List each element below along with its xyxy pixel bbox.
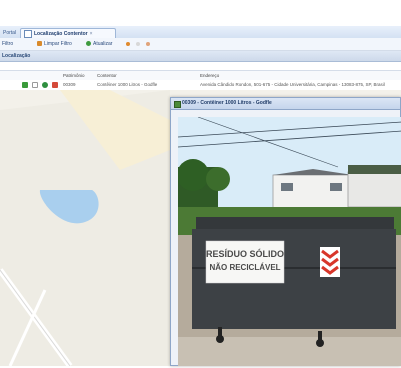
close-tab-icon[interactable]: × (90, 31, 93, 37)
print-icon[interactable] (136, 42, 140, 46)
clear-filter-icon (37, 41, 42, 47)
popup-title-bar[interactable]: 00309 - Contêiner 1000 Litros - Godfle (171, 98, 400, 110)
camera-icon[interactable] (52, 82, 58, 88)
update-button[interactable]: Atualizar (86, 40, 112, 48)
refresh-icon (86, 41, 91, 47)
cell-endereco: Avenida Cândido Rondon, 501-675 - Cidade… (200, 82, 385, 87)
filter-label: Filtro (2, 41, 14, 47)
settings-icon[interactable] (146, 42, 150, 46)
column-header-endereco[interactable]: Endereço (200, 71, 219, 80)
tab-portal-label: Portal (3, 30, 17, 36)
export-icon[interactable] (126, 42, 130, 46)
popup-title: 00309 - Contêiner 1000 Litros - Godfle (182, 100, 272, 106)
tab-localizacao-label: Localização Contentor (34, 31, 88, 37)
document-icon (24, 29, 32, 38)
status-icon (22, 82, 28, 88)
checkbox[interactable] (32, 82, 38, 88)
tab-portal[interactable]: Portal (0, 28, 19, 38)
container-photo: RESÍDUO SÓLIDO NÃO RECICLÁVEL (178, 117, 401, 366)
clear-filter-label: Limpar Filtro (44, 41, 72, 47)
cell-contentor: Contêiner 1000 Litros - Godfle (97, 82, 158, 87)
clear-filter-button[interactable]: Limpar Filtro (37, 40, 72, 48)
update-label: Atualizar (93, 41, 113, 47)
top-band (0, 0, 401, 26)
cell-patrimonio: 00309 (63, 82, 76, 87)
toolbar: Filtro Limpar Filtro Atualizar (0, 38, 401, 51)
photo-popup[interactable]: 00309 - Contêiner 1000 Litros - Godfle R… (170, 97, 401, 366)
column-header-patrimonio[interactable]: Patrimônio (63, 71, 85, 80)
tab-localizacao-contentor[interactable]: Localização Contentor × (20, 28, 116, 38)
sign-line-1: RESÍDUO SÓLIDO (206, 248, 284, 259)
column-header-contentor[interactable]: Contentor (97, 71, 117, 80)
container-photo-graphic: RESÍDUO SÓLIDO NÃO RECICLÁVEL (178, 117, 401, 366)
sign-line-2: NÃO RECICLÁVEL (209, 263, 280, 272)
container-icon (174, 101, 181, 108)
section-header: Localização (0, 51, 401, 62)
map-pin-icon[interactable] (42, 82, 48, 88)
section-title: Localização (2, 53, 31, 59)
filter-button[interactable]: Filtro (2, 40, 13, 48)
